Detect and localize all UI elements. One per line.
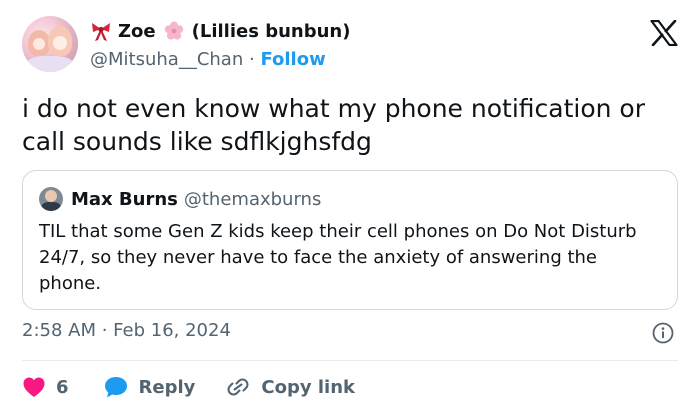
author-handle-row: @Mitsuha__Chan · Follow (90, 49, 326, 70)
copy-link-button[interactable]: Copy link (225, 375, 355, 399)
reply-button[interactable]: Reply (103, 375, 196, 399)
action-bar: 6 Reply Copy link (22, 372, 355, 402)
author-name-suffix: (Lillies bunbun) (191, 20, 351, 42)
blossom-icon (164, 21, 183, 40)
reply-bubble-icon (104, 377, 127, 398)
follow-button[interactable]: Follow (260, 49, 325, 70)
tweet-meta: 2:58 AM · Feb 16, 2024 (22, 320, 678, 346)
copy-link-label: Copy link (261, 376, 355, 398)
ribbon-icon (92, 23, 110, 41)
quoted-tweet-text: TIL that some Gen Z kids keep their cell… (39, 221, 637, 294)
reply-label: Reply (138, 376, 196, 398)
quoted-author-avatar (39, 187, 63, 211)
tweet-header: Zoe (Lillies bunbun) @Mitsuha__Chan · Fo… (22, 16, 678, 72)
link-icon (227, 378, 249, 396)
heart-icon (23, 377, 45, 397)
quoted-author-name: Max Burns (71, 188, 178, 210)
separator-dot: · (248, 49, 255, 70)
like-count: 6 (56, 376, 69, 398)
author-name-row[interactable]: Zoe (Lillies bunbun) (90, 20, 350, 42)
author-avatar[interactable] (22, 16, 78, 72)
info-icon[interactable] (652, 322, 674, 344)
author-name: Zoe (118, 20, 156, 42)
author-handle[interactable]: @Mitsuha__Chan (90, 49, 243, 70)
x-logo-icon[interactable] (650, 20, 678, 46)
divider (22, 360, 678, 361)
quoted-tweet-card[interactable]: Max Burns @themaxburns TIL that some Gen… (22, 170, 678, 310)
quoted-author-handle: @themaxburns (183, 188, 322, 210)
quoted-tweet-header: Max Burns @themaxburns (39, 187, 321, 211)
tweet-text: i do not even know what my phone notific… (22, 94, 645, 156)
timestamp[interactable]: 2:58 AM · Feb 16, 2024 (22, 320, 231, 341)
like-button[interactable]: 6 (22, 376, 69, 398)
